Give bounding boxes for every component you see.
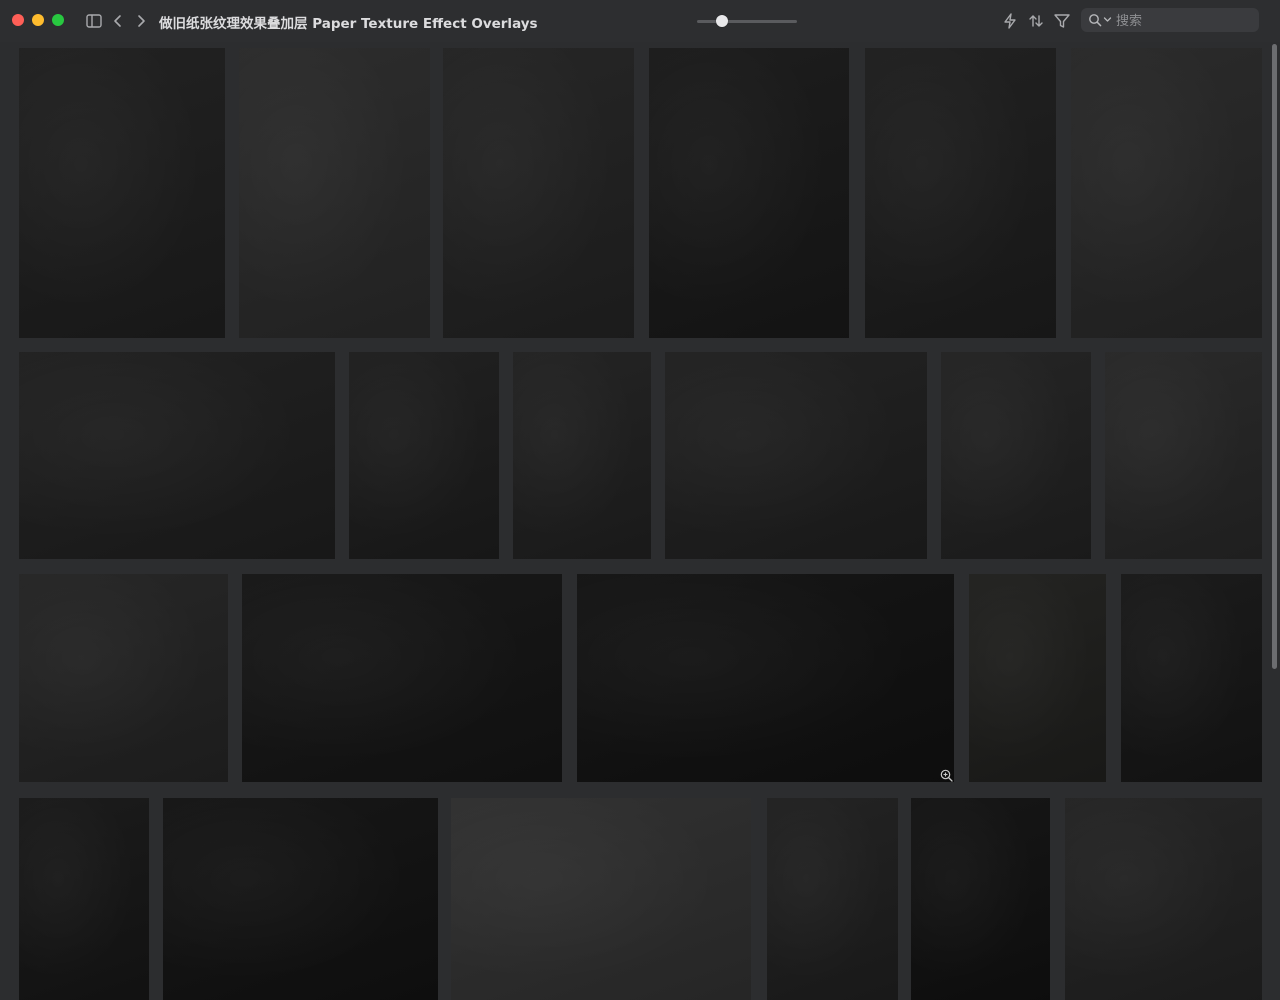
back-chevron-icon[interactable]: [108, 11, 128, 31]
filter-icon[interactable]: [1052, 11, 1072, 31]
sort-icon[interactable]: [1026, 11, 1046, 31]
thumbnail-size-slider[interactable]: [697, 20, 797, 23]
chevron-down-icon[interactable]: [1103, 15, 1112, 24]
sidebar-toggle-icon[interactable]: [84, 11, 104, 31]
thumbnail[interactable]: [451, 798, 751, 1000]
fullscreen-window-button[interactable]: [52, 14, 64, 26]
window-title: 做旧纸张纹理效果叠加层 Paper Texture Effect Overlay…: [159, 16, 538, 32]
thumbnail[interactable]: [1105, 352, 1262, 559]
search-box[interactable]: [1081, 8, 1259, 32]
thumbnail-size-slider-thumb[interactable]: [716, 15, 728, 27]
thumbnail[interactable]: [1065, 798, 1262, 1000]
thumbnail[interactable]: [665, 352, 927, 559]
thumbnail[interactable]: [941, 352, 1091, 559]
thumbnail[interactable]: [911, 798, 1050, 1000]
thumbnail-grid: [0, 42, 1272, 1000]
thumbnail[interactable]: [513, 352, 651, 559]
thumbnail[interactable]: [969, 574, 1106, 782]
forward-chevron-icon[interactable]: [131, 11, 151, 31]
browser-window: 做旧纸张纹理效果叠加层 Paper Texture Effect Overlay…: [0, 0, 1280, 1000]
close-window-button[interactable]: [12, 14, 24, 26]
thumbnail[interactable]: [19, 48, 225, 338]
thumbnail[interactable]: [1121, 574, 1262, 782]
search-input[interactable]: [1114, 11, 1258, 31]
thumbnail[interactable]: [443, 48, 634, 338]
minimize-window-button[interactable]: [32, 14, 44, 26]
thumbnail[interactable]: [19, 574, 228, 782]
thumbnail[interactable]: [577, 574, 954, 782]
lightning-icon[interactable]: [1000, 11, 1020, 31]
zoom-in-icon[interactable]: [940, 769, 953, 782]
thumbnail[interactable]: [767, 798, 898, 1000]
thumbnail[interactable]: [19, 352, 335, 559]
thumbnail[interactable]: [649, 48, 849, 338]
thumbnail[interactable]: [239, 48, 430, 338]
scrollbar-thumb[interactable]: [1272, 44, 1277, 669]
search-icon: [1089, 14, 1102, 27]
thumbnail[interactable]: [163, 798, 438, 1000]
toolbar: 做旧纸张纹理效果叠加层 Paper Texture Effect Overlay…: [0, 0, 1280, 42]
thumbnail[interactable]: [19, 798, 149, 1000]
thumbnail[interactable]: [349, 352, 499, 559]
thumbnail[interactable]: [865, 48, 1056, 338]
thumbnail[interactable]: [242, 574, 562, 782]
thumbnail[interactable]: [1071, 48, 1262, 338]
